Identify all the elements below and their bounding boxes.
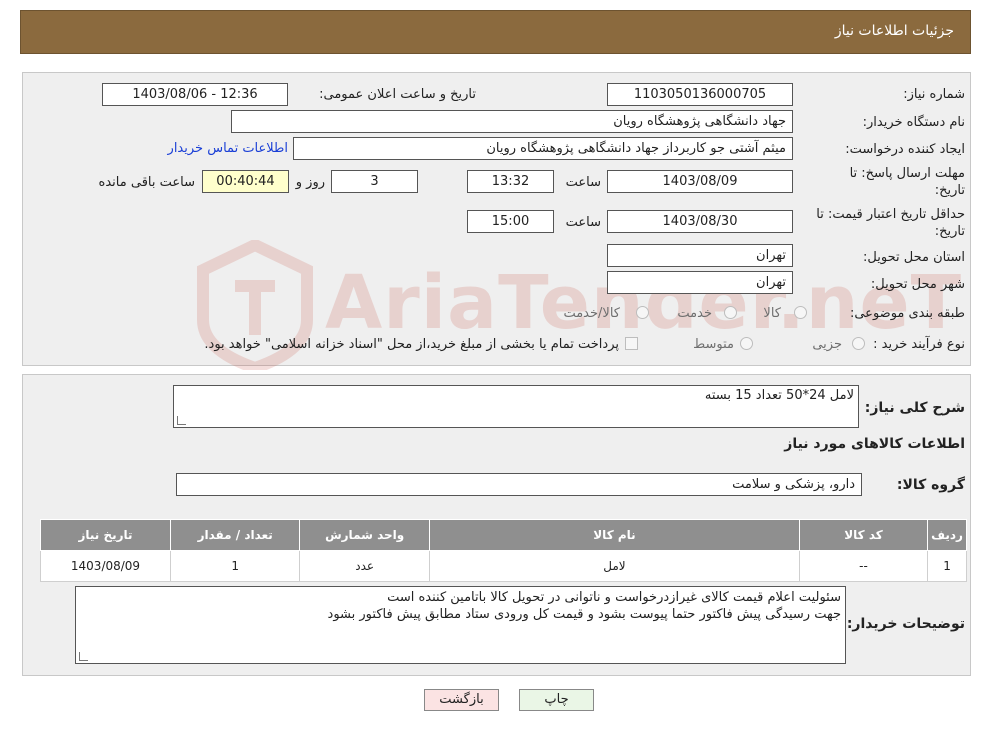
goods-group-label: گروه کالا: bbox=[896, 477, 965, 493]
general-desc-text: لامل 24*50 تعداد 15 بسته bbox=[704, 388, 854, 403]
col-row: ردیف bbox=[927, 519, 967, 551]
city-field[interactable]: تهران bbox=[607, 271, 793, 294]
creator-label: ایجاد کننده درخواست: bbox=[845, 142, 965, 157]
category-service-radio[interactable] bbox=[724, 306, 737, 319]
page-header: جزئیات اطلاعات نیاز bbox=[20, 10, 971, 54]
need-number-field[interactable]: 1103050136000705 bbox=[607, 83, 793, 106]
days-field[interactable]: 3 bbox=[331, 170, 418, 193]
cell-row: 1 bbox=[927, 550, 967, 582]
cell-name: لامل bbox=[428, 550, 800, 582]
resize-handle-icon[interactable] bbox=[177, 416, 186, 425]
goods-group-field[interactable]: دارو، پزشکی و سلامت bbox=[176, 473, 862, 496]
cell-date: 1403/08/09 bbox=[40, 550, 171, 582]
deadline-time-label: ساعت bbox=[565, 175, 601, 190]
validity-label-date: تاریخ: bbox=[934, 224, 965, 239]
purchase-minor-label: جزیی bbox=[812, 337, 842, 352]
category-both-label: کالا/خدمت bbox=[563, 306, 620, 321]
purchase-minor-radio[interactable] bbox=[852, 337, 865, 350]
category-both-radio[interactable] bbox=[636, 306, 649, 319]
validity-time-field[interactable]: 15:00 bbox=[467, 210, 554, 233]
deadline-label: مهلت ارسال پاسخ: تا bbox=[849, 166, 965, 181]
buyer-notes-textarea[interactable]: سئولیت اعلام قیمت کالای غیرازدرخواست و ن… bbox=[75, 586, 846, 664]
buyer-org-field[interactable]: جهاد دانشگاهی پژوهشگاه رویان bbox=[231, 110, 793, 133]
purchase-medium-label: متوسط bbox=[693, 337, 734, 352]
announce-field[interactable]: 1403/08/06 - 12:36 bbox=[102, 83, 288, 106]
category-label: طبقه بندی موضوعی: bbox=[849, 306, 965, 321]
deadline-date-field[interactable]: 1403/08/09 bbox=[607, 170, 793, 193]
validity-label: حداقل تاریخ اعتبار قیمت: تا bbox=[816, 207, 965, 222]
buyer-notes-label: توضیحات خریدار: bbox=[846, 616, 965, 632]
province-field[interactable]: تهران bbox=[607, 244, 793, 267]
goods-table-header: ردیف کد کالا نام کالا واحد شمارش تعداد /… bbox=[40, 519, 967, 551]
general-desc-textarea[interactable]: لامل 24*50 تعداد 15 بسته bbox=[173, 385, 859, 428]
contact-info-link[interactable]: اطلاعات تماس خریدار bbox=[168, 141, 288, 156]
city-label: شهر محل تحویل: bbox=[870, 277, 965, 292]
col-name: نام کالا bbox=[428, 519, 800, 551]
goods-info-title: اطلاعات کالاهای مورد نیاز bbox=[784, 436, 965, 452]
validity-date-field[interactable]: 1403/08/30 bbox=[607, 210, 793, 233]
payment-note: پرداخت تمام یا بخشی از مبلغ خرید،از محل … bbox=[204, 337, 619, 352]
category-goods-label: کالا bbox=[763, 306, 781, 321]
col-code: کد کالا bbox=[798, 519, 929, 551]
col-unit: واحد شمارش bbox=[299, 519, 430, 551]
category-service-label: خدمت bbox=[677, 306, 712, 321]
announce-label: تاریخ و ساعت اعلان عمومی: bbox=[319, 87, 476, 102]
resize-handle-icon[interactable] bbox=[79, 652, 88, 661]
page-title: جزئیات اطلاعات نیاز bbox=[834, 23, 954, 39]
back-button[interactable]: بازگشت bbox=[424, 689, 499, 711]
deadline-label-date: تاریخ: bbox=[934, 183, 965, 198]
buyer-notes-line-2: جهت رسیدگی پیش فاکتور حتما پیوست بشود و … bbox=[327, 607, 841, 622]
cell-qty: 1 bbox=[169, 550, 301, 582]
general-desc-label: شرح کلی نیاز: bbox=[864, 400, 965, 416]
purchase-medium-radio[interactable] bbox=[740, 337, 753, 350]
deadline-time-field[interactable]: 13:32 bbox=[467, 170, 554, 193]
remaining-label: ساعت باقی مانده bbox=[98, 175, 195, 190]
print-button[interactable]: چاپ bbox=[519, 689, 594, 711]
remaining-time-field: 00:40:44 bbox=[202, 170, 289, 193]
need-number-label: شماره نیاز: bbox=[903, 87, 965, 102]
col-date: تاریخ نیاز bbox=[40, 519, 171, 551]
buyer-notes-line-1: سئولیت اعلام قیمت کالای غیرازدرخواست و ن… bbox=[387, 590, 841, 605]
buyer-org-label: نام دستگاه خریدار: bbox=[862, 115, 965, 130]
cell-code: -- bbox=[798, 550, 929, 582]
province-label: استان محل تحویل: bbox=[863, 250, 965, 265]
table-row[interactable]: 1 -- لامل عدد 1 1403/08/09 bbox=[40, 550, 967, 582]
category-goods-radio[interactable] bbox=[794, 306, 807, 319]
validity-time-label: ساعت bbox=[565, 215, 601, 230]
col-qty: تعداد / مقدار bbox=[169, 519, 301, 551]
cell-unit: عدد bbox=[299, 550, 430, 582]
purchase-type-label: نوع فرآیند خرید : bbox=[873, 337, 965, 352]
treasury-checkbox[interactable] bbox=[625, 337, 638, 350]
creator-field[interactable]: میثم آشتی جو کاربرداز جهاد دانشگاهی پژوه… bbox=[293, 137, 793, 160]
goods-table: ردیف کد کالا نام کالا واحد شمارش تعداد /… bbox=[40, 519, 967, 582]
days-label: روز و bbox=[295, 175, 325, 190]
